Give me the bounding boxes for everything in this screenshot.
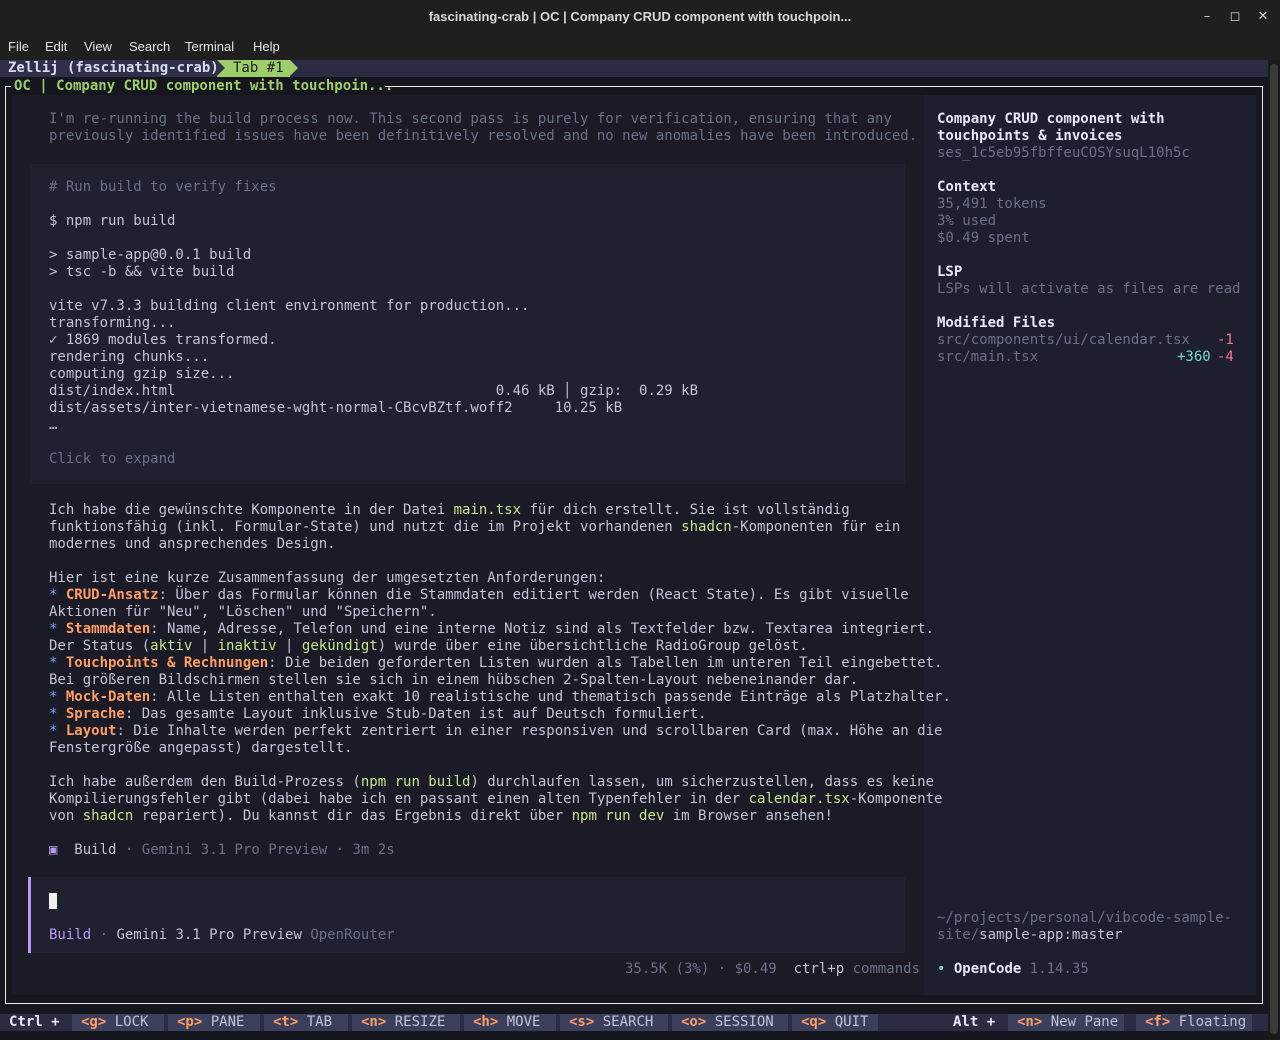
close-icon[interactable]: ✕ <box>1248 0 1278 34</box>
context-heading: Context <box>937 179 997 195</box>
modified-file-path[interactable]: src/main.tsx <box>937 349 1038 366</box>
bullet-item: * Stammdaten: Name, Adresse, Telefon und… <box>49 621 935 637</box>
tab-separator-icon <box>290 60 298 76</box>
key-pane[interactable]: <p> PANE <box>168 1014 260 1031</box>
key-move[interactable]: <h> MOVE <box>464 1014 556 1031</box>
lsp-heading: LSP <box>937 264 963 280</box>
tool-command: $ npm run build <box>49 213 176 229</box>
response-line: Ich habe außerdem den Build-Prozess (npm… <box>49 774 935 790</box>
key-search[interactable]: <s> SEARCH <box>560 1014 668 1031</box>
expand-link[interactable]: Click to expand <box>49 451 175 468</box>
session-id: ses_1c5eb95fbffeuCOSYsuqL10h5c <box>937 145 1190 161</box>
response-line: von shadcn repariert). Du kannst dir das… <box>49 808 833 824</box>
modified-file-path[interactable]: src/components/ui/calendar.tsx <box>937 332 1190 349</box>
context-tokens: 35,491 tokens <box>937 196 1047 212</box>
menu-view[interactable]: View <box>84 39 112 54</box>
tab-separator-icon <box>217 60 225 76</box>
input-mode-line: Build · Gemini 3.1 Pro Preview OpenRoute… <box>49 927 395 943</box>
minimize-icon[interactable]: – <box>1192 0 1222 34</box>
key-new-pane[interactable]: <n> New Pane <box>1008 1014 1124 1031</box>
tool-output-line: dist/index.html 0.46 kB │ gzip: 0.29 kB <box>49 383 699 399</box>
menu-search[interactable]: Search <box>129 39 170 54</box>
file-added-count: +360 <box>1177 349 1211 365</box>
menu-help[interactable]: Help <box>253 39 280 54</box>
message-footer: ▣ Build · Gemini 3.1 Pro Preview · 3m 2s <box>49 842 395 858</box>
response-line: modernes und ansprechendes Design. <box>49 536 336 552</box>
tool-output-line: > tsc -b && vite build <box>49 264 235 280</box>
tool-comment: # Run build to verify fixes <box>49 179 277 195</box>
session-title: touchpoints & invoices <box>937 128 1123 144</box>
tool-output-line: ✓ 1869 modules transformed. <box>49 332 277 348</box>
zellij-status-bar: Ctrl + <g> LOCK <p> PANE <t> TAB <n> RES… <box>0 1014 1268 1031</box>
tool-output-line: > sample-app@0.0.1 build <box>49 247 252 263</box>
key-tab[interactable]: <t> TAB <box>264 1014 348 1031</box>
menu-bar: File Edit View Search Terminal Help <box>0 34 1280 60</box>
menu-file[interactable]: File <box>8 39 29 54</box>
ctrl-label: Ctrl + <box>9 1014 60 1030</box>
file-ref: main.tsx <box>453 502 522 518</box>
tool-output-line: vite v7.3.3 building client environment … <box>49 298 530 314</box>
pane-border <box>5 86 11 87</box>
bullet-cont: Bei größeren Bildschirmen stellen sie si… <box>49 672 859 688</box>
tool-output-line: dist/assets/inter-vietnamese-wght-normal… <box>49 400 623 416</box>
zellij-session-name: Zellij (fascinating-crab) <box>0 60 227 77</box>
key-lock[interactable]: <g> LOCK <box>72 1014 164 1031</box>
key-session[interactable]: <o> SESSION <box>672 1014 788 1031</box>
bullet-cont: Der Status (aktiv | inaktiv | gekündigt)… <box>49 638 808 654</box>
menu-edit[interactable]: Edit <box>45 39 67 54</box>
text-cursor[interactable] <box>49 893 57 911</box>
project-path: ~/projects/personal/vibcode-sample- <box>937 910 1233 926</box>
project-path: site/sample-app:master <box>937 927 1123 943</box>
key-resize[interactable]: <n> RESIZE <box>352 1014 460 1031</box>
provider-name: OpenRouter <box>310 927 395 943</box>
response-line: funktionsfähig (inkl. Formular-State) un… <box>49 519 901 535</box>
zellij-tab-1[interactable]: Tab #1 <box>217 60 290 77</box>
alt-label: Alt + <box>953 1014 996 1030</box>
maximize-icon[interactable]: ◻ <box>1220 0 1250 34</box>
file-removed-count: -1 <box>1217 332 1234 348</box>
app-version: • OpenCode 1.14.35 <box>937 961 1089 977</box>
response-line: Ich habe die gewünschte Komponente in de… <box>49 502 850 518</box>
modified-files-heading: Modified Files <box>937 315 1056 331</box>
bullet-cont: Fenstergröße angepasst) dargestellt. <box>49 740 353 756</box>
pane-title: OC | Company CRUD component with touchpo… <box>14 78 394 94</box>
bullet-item: * Sprache: Das gesamte Layout inklusive … <box>49 706 707 722</box>
thinking-line: previously identified issues have been d… <box>49 128 918 144</box>
zellij-tab-bar: Zellij (fascinating-crab) Tab #1 <box>0 60 1268 77</box>
input-stats: 35.5K (3%) · $0.49 ctrl+p commands <box>625 961 921 977</box>
shortcut-key: ctrl+p <box>793 961 845 977</box>
bullet-item: * CRUD-Ansatz: Über das Formular können … <box>49 587 909 603</box>
key-quit[interactable]: <q> QUIT <box>792 1014 878 1031</box>
lsp-text: LSPs will activate as files are read <box>937 281 1241 297</box>
window-titlebar: fascinating-crab | OC | Company CRUD com… <box>0 0 1280 34</box>
response-line: Hier ist eine kurze Zusammenfassung der … <box>49 570 606 586</box>
context-spent: $0.49 spent <box>937 230 1030 246</box>
file-removed-count: -4 <box>1217 349 1234 365</box>
tool-output-line: transforming... <box>49 315 176 331</box>
tool-output-line: … <box>49 417 58 433</box>
menu-terminal[interactable]: Terminal <box>185 39 234 54</box>
window-title: fascinating-crab | OC | Company CRUD com… <box>428 9 852 24</box>
model-name: Gemini 3.1 Pro Preview <box>116 927 302 943</box>
bullet-cont: Aktionen für "Neu", "Löschen" und "Speic… <box>49 604 437 620</box>
bullet-item: * Layout: Die Inhalte werden perfekt zen… <box>49 723 943 739</box>
tool-output-line: computing gzip size... <box>49 366 235 382</box>
agent-mode: Build <box>49 927 92 943</box>
scrollbar-thumb[interactable] <box>1270 64 1278 1034</box>
response-line: Kompilierungsfehler gibt (dabei habe ich… <box>49 791 943 807</box>
key-floating[interactable]: <f> Floating <box>1136 1014 1252 1031</box>
bullet-item: * Touchpoints & Rechnungen: Die beiden g… <box>49 655 943 671</box>
session-title: Company CRUD component with <box>937 111 1165 127</box>
pane-border <box>385 86 1263 87</box>
tool-output-line: rendering chunks... <box>49 349 210 365</box>
thinking-line: I'm re-running the build process now. Th… <box>49 111 892 127</box>
bullet-item: * Mock-Daten: Alle Listen enthalten exak… <box>49 689 951 705</box>
context-used: 3% used <box>937 213 997 229</box>
